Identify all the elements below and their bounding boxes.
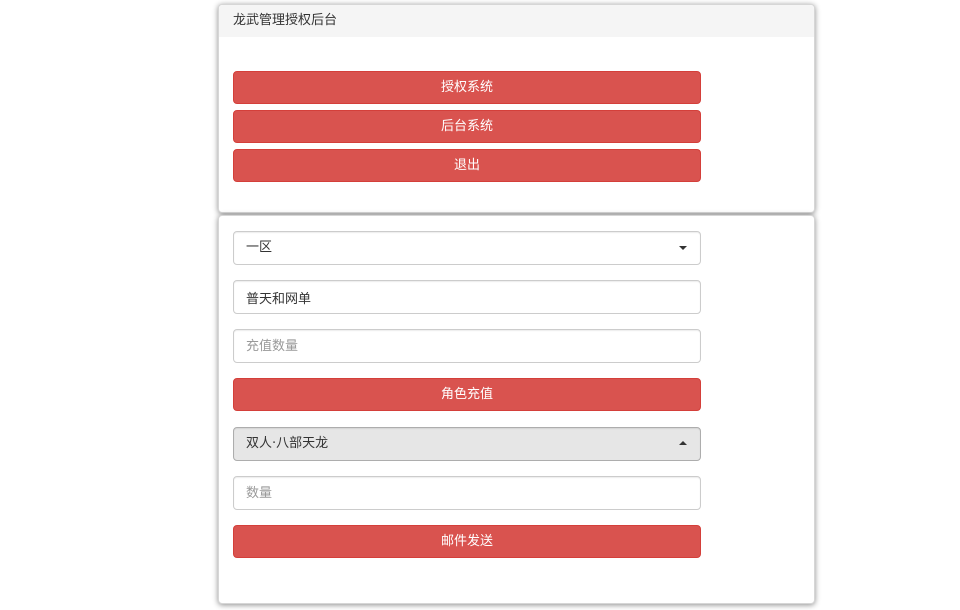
admin-nav-panel: 龙武管理授权后台 授权系统 后台系统 退出 [218,4,815,213]
role-name-input[interactable] [233,280,701,314]
server-select[interactable]: 一区 [233,231,701,265]
auth-system-button[interactable]: 授权系统 [233,71,701,104]
panel-title: 龙武管理授权后台 [219,5,814,37]
item-select[interactable]: 双人·八部天龙 [233,427,701,461]
recharge-amount-input[interactable] [233,329,701,363]
backend-system-button[interactable]: 后台系统 [233,110,701,143]
caret-down-icon [679,246,687,250]
server-select-value: 一区 [246,240,273,255]
mail-send-button[interactable]: 邮件发送 [233,525,701,558]
item-select-value: 双人·八部天龙 [246,436,329,451]
operations-panel: 一区 角色充值 双人·八部天龙 邮件发送 [218,215,815,604]
mail-quantity-input[interactable] [233,476,701,510]
caret-up-icon [679,441,687,445]
role-recharge-button[interactable]: 角色充值 [233,378,701,411]
logout-button[interactable]: 退出 [233,149,701,182]
